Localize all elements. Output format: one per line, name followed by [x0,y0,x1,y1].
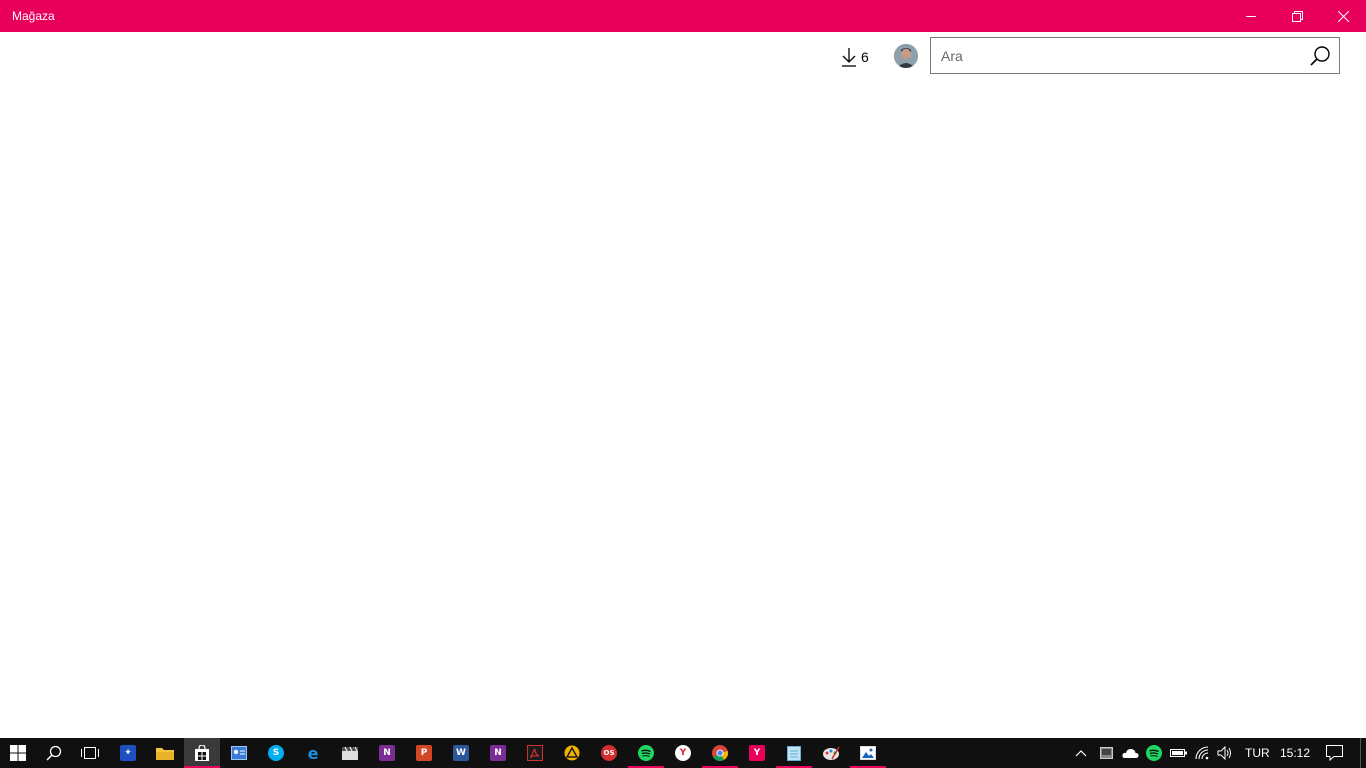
taskbar-word[interactable]: W [443,738,479,768]
onenote-icon: N [490,745,506,761]
os-app-icon: OS [601,745,617,761]
taskbar-onenote-2[interactable]: N [480,738,516,768]
taskbar-app-blue[interactable]: ✦ [110,738,146,768]
tray-app-monitor[interactable] [1097,738,1115,768]
battery-charging-icon [1170,749,1187,757]
minimize-icon [1246,16,1256,17]
chrome-icon [712,745,728,761]
taskbar-store[interactable] [184,738,220,768]
cloud-icon [1121,748,1139,758]
store-icon [195,745,209,761]
downloads-count: 6 [861,49,869,65]
user-avatar[interactable] [894,44,918,68]
taskbar-contacts[interactable] [221,738,257,768]
show-desktop-button[interactable] [1360,738,1361,768]
restore-icon [1291,10,1303,22]
notification-icon [1325,745,1343,761]
skype-icon: S [268,745,284,761]
spotify-icon [638,745,654,761]
tray-battery[interactable] [1169,738,1189,768]
photos-icon [860,746,876,760]
start-button[interactable] [0,738,36,768]
input-language[interactable]: TUR [1245,738,1270,768]
taskbar-paint[interactable] [813,738,849,768]
onenote-icon: N [379,745,395,761]
title-bar: Mağaza [0,0,1366,32]
taskbar-movie-maker[interactable] [332,738,368,768]
task-view-button[interactable] [72,738,108,768]
tray-onedrive[interactable] [1120,738,1140,768]
windows-logo-icon [10,745,26,761]
restore-button[interactable] [1274,0,1320,32]
taskbar-app-y-pink[interactable]: Y [739,738,775,768]
yandex-icon: Y [675,745,691,761]
close-button[interactable] [1320,0,1366,32]
taskbar-notepad[interactable] [776,738,812,768]
taskbar-chrome[interactable] [702,738,738,768]
download-icon [842,48,856,67]
acrobat-icon [527,745,543,761]
taskbar-app-os[interactable]: OS [591,738,627,768]
taskbar-skype[interactable]: S [258,738,294,768]
folder-icon [156,748,174,760]
taskbar-spotify[interactable] [628,738,664,768]
notepad-icon [787,746,801,761]
powerpoint-icon: P [416,745,432,761]
taskbar-search-button[interactable] [36,738,72,768]
app-blue-icon: ✦ [120,745,136,761]
action-center-button[interactable] [1322,738,1346,768]
avatar-icon [894,44,918,68]
minimize-button[interactable] [1228,0,1274,32]
clock[interactable]: 15:12 [1280,738,1310,768]
taskbar-edge[interactable]: e [295,738,331,768]
chevron-up-icon [1075,750,1087,757]
word-icon: W [453,745,469,761]
downloads-button[interactable]: 6 [840,44,869,70]
search-box[interactable] [930,37,1340,74]
tray-volume[interactable] [1216,738,1234,768]
window-title: Mağaza [12,9,55,23]
spotify-icon [1146,745,1162,761]
close-icon [1337,10,1349,22]
search-input[interactable] [941,38,1301,73]
task-view-icon [81,747,99,759]
taskbar-file-explorer[interactable] [147,738,183,768]
clapperboard-icon [342,746,358,760]
taskbar: ✦ S e N P W N OS Y Y TUR 15:12 [0,738,1366,768]
y-app-icon: Y [749,745,765,761]
taskbar-yandex[interactable]: Y [665,738,701,768]
taskbar-acrobat[interactable] [517,738,553,768]
speaker-icon [1217,746,1231,760]
taskbar-photos[interactable] [850,738,886,768]
paint-icon [823,746,840,760]
tray-wifi[interactable] [1194,738,1212,768]
triangle-app-icon [564,745,580,761]
taskbar-powerpoint[interactable]: P [406,738,442,768]
taskbar-app-yellow[interactable] [554,738,590,768]
search-icon[interactable] [1309,45,1331,67]
taskbar-onenote[interactable]: N [369,738,405,768]
search-icon [46,745,62,761]
edge-icon: e [307,743,319,763]
wifi-icon [1195,746,1209,760]
monitor-app-icon [1099,747,1113,759]
tray-spotify[interactable] [1145,738,1163,768]
show-hidden-icons-button[interactable] [1072,738,1090,768]
contact-card-icon [231,746,247,760]
